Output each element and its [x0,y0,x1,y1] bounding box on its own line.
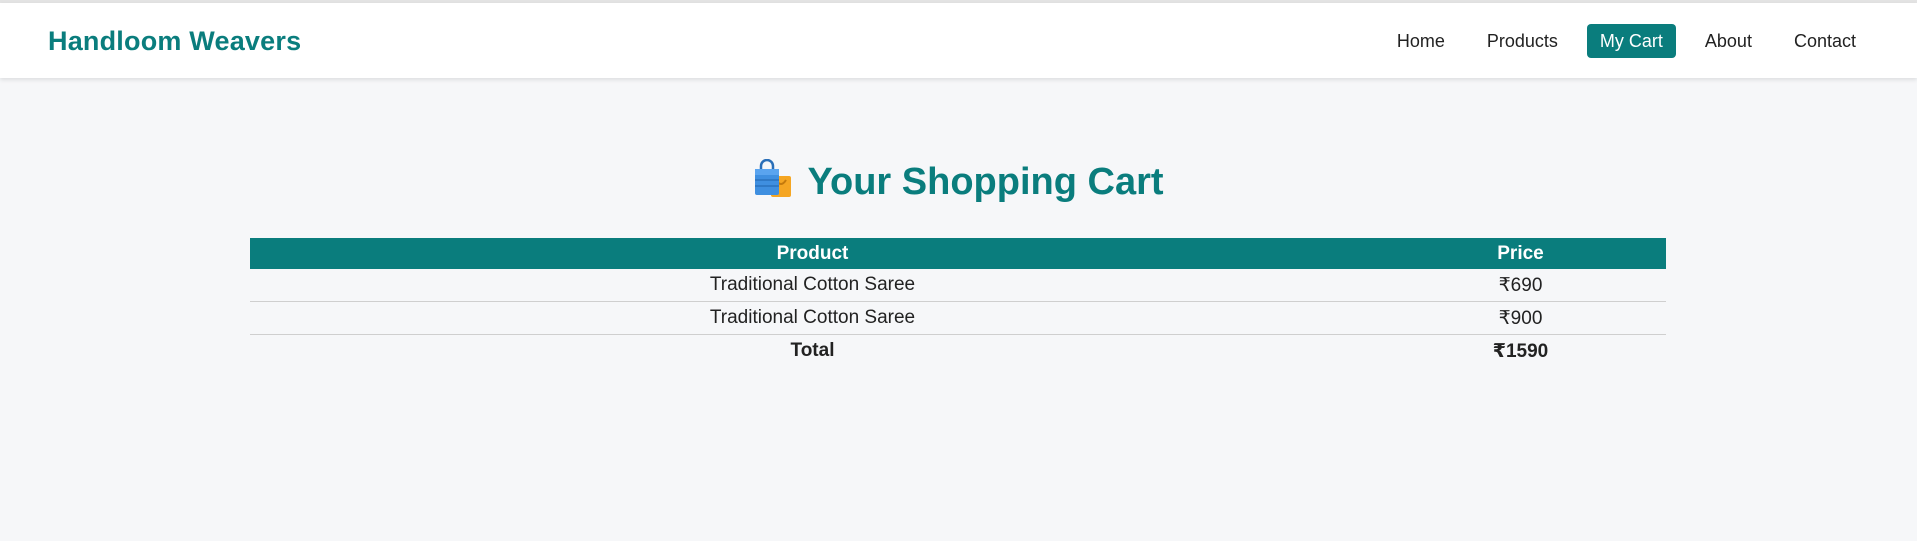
cart-table: Product Price Traditional Cotton Saree ₹… [250,238,1666,367]
product-cell: Traditional Cotton Saree [250,301,1375,335]
nav-contact[interactable]: Contact [1781,24,1869,58]
page-title: Your Shopping Cart [0,158,1917,206]
brand-logo[interactable]: Handloom Weavers [48,25,301,57]
total-value: ₹1590 [1492,340,1549,362]
price-cell: ₹900 [1375,301,1666,335]
price-cell: ₹690 [1375,269,1666,302]
site-header: Handloom Weavers Home Products My Cart A… [0,3,1917,78]
nav-home[interactable]: Home [1384,24,1458,58]
nav-my-cart[interactable]: My Cart [1586,24,1676,58]
cart-header-row: Product Price [250,238,1666,269]
product-cell: Traditional Cotton Saree [250,269,1375,302]
table-row: Traditional Cotton Saree ₹690 [250,269,1666,302]
nav-products[interactable]: Products [1474,24,1571,58]
shopping-bags-icon [755,159,792,197]
total-label: Total [790,340,835,361]
main-nav: Home Products My Cart About Contact [1384,24,1869,58]
page-title-text: Your Shopping Cart [807,161,1164,203]
column-header-price: Price [1375,238,1666,269]
column-header-product: Product [250,238,1375,269]
table-row: Traditional Cotton Saree ₹900 [250,301,1666,335]
total-row: Total ₹1590 [250,335,1666,368]
nav-about[interactable]: About [1692,24,1765,58]
